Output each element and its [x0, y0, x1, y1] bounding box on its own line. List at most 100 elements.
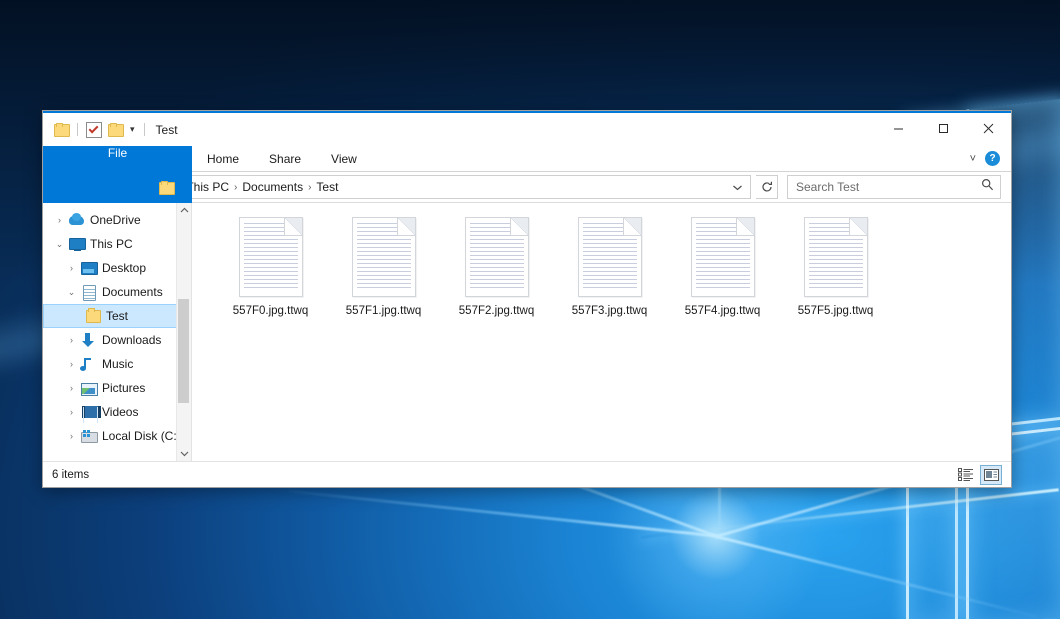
folder-icon[interactable] [54, 123, 69, 136]
help-icon[interactable]: ? [985, 151, 1000, 166]
maximize-button[interactable] [921, 113, 966, 144]
sidebar-item-videos[interactable]: › Videos [43, 400, 191, 424]
sidebar-item-label: OneDrive [90, 213, 141, 227]
ribbon-right-controls: ˅ ? [970, 146, 1011, 171]
generic-document-icon [465, 217, 529, 297]
breadcrumb-documents[interactable]: Documents [238, 180, 307, 194]
properties-icon[interactable] [86, 122, 102, 138]
sidebar-item-documents[interactable]: ⌄ Documents [43, 280, 191, 304]
sidebar-item-label: Music [102, 357, 133, 371]
sidebar-item-label: Documents [102, 285, 163, 299]
folder-icon [159, 181, 174, 194]
disk-icon [80, 428, 97, 444]
new-folder-icon[interactable] [108, 123, 123, 136]
videos-icon [80, 404, 97, 420]
sidebar-item-test[interactable]: Test [43, 304, 191, 328]
list-item[interactable]: 557F3.jpg.ttwq [553, 217, 666, 335]
expander-icon[interactable]: › [63, 264, 80, 273]
minimize-button[interactable] [876, 113, 921, 144]
sidebar-item-label: Downloads [102, 333, 161, 347]
breadcrumb-right-controls [729, 178, 746, 197]
expander-icon[interactable]: › [63, 360, 80, 369]
list-item[interactable]: 557F5.jpg.ttwq [779, 217, 892, 335]
downloads-icon [80, 332, 97, 348]
sidebar-item-pictures[interactable]: › Pictures [43, 376, 191, 400]
list-item[interactable]: 557F4.jpg.ttwq [666, 217, 779, 335]
sidebar-item-music[interactable]: › Music [43, 352, 191, 376]
view-mode-buttons [956, 465, 1002, 485]
file-name: 557F3.jpg.ttwq [572, 305, 647, 317]
sidebar-item-this-pc[interactable]: ⌄ This PC [43, 232, 191, 256]
ribbon-tabs: File Home Share View ˅ ? [43, 146, 1011, 172]
file-name: 557F5.jpg.ttwq [798, 305, 873, 317]
refresh-button[interactable] [756, 175, 778, 199]
generic-document-icon [578, 217, 642, 297]
file-explorer-window: ▾ Test File Home Share View ˅ ? [42, 110, 1012, 488]
sidebar-item-label: Local Disk (C:) [102, 429, 181, 443]
expander-icon[interactable]: › [63, 336, 80, 345]
pictures-icon [80, 380, 97, 396]
toolbar-separator-2 [144, 123, 145, 136]
chevron-down-icon[interactable]: ▾ [129, 125, 136, 134]
title-bar[interactable]: ▾ Test [43, 113, 1011, 146]
chevron-up-icon[interactable] [177, 203, 191, 218]
status-bar: 6 items [43, 461, 1011, 487]
sidebar-item-desktop[interactable]: › Desktop [43, 256, 191, 280]
file-name: 557F4.jpg.ttwq [685, 305, 760, 317]
sidebar-item-onedrive[interactable]: › OneDrive [43, 208, 191, 232]
chevron-down-icon[interactable] [177, 446, 191, 461]
sidebar-item-label: Pictures [102, 381, 145, 395]
sidebar-item-downloads[interactable]: › Downloads [43, 328, 191, 352]
desktop-icon [80, 260, 97, 276]
close-button[interactable] [966, 113, 1011, 144]
expander-icon[interactable]: › [63, 384, 80, 393]
documents-icon [80, 284, 97, 300]
folder-icon [84, 308, 101, 324]
expander-icon[interactable]: ⌄ [63, 288, 80, 297]
scrollbar-thumb[interactable] [178, 299, 189, 403]
search-box[interactable] [787, 175, 1001, 199]
navigation-scrollbar[interactable] [176, 203, 191, 461]
toolbar-separator [77, 123, 78, 136]
navigation-pane: › OneDrive ⌄ This PC › Desktop ⌄ [43, 203, 192, 461]
sidebar-item-local-disk[interactable]: › Local Disk (C:) [43, 424, 191, 448]
address-dropdown-button[interactable] [729, 178, 746, 197]
file-list-area[interactable]: 557F0.jpg.ttwq 557F1.jpg.ttwq 557F2.jpg.… [192, 203, 1011, 461]
tab-home[interactable]: Home [192, 146, 254, 171]
expander-icon[interactable]: ⌄ [51, 240, 68, 249]
generic-document-icon [352, 217, 416, 297]
large-icons-view-icon[interactable] [980, 465, 1002, 485]
chevron-down-icon[interactable]: ˅ [970, 153, 976, 165]
generic-document-icon [804, 217, 868, 297]
cloud-icon [68, 212, 85, 228]
breadcrumb-test[interactable]: Test [312, 180, 342, 194]
list-item[interactable]: 557F0.jpg.ttwq [214, 217, 327, 335]
file-grid: 557F0.jpg.ttwq 557F1.jpg.ttwq 557F2.jpg.… [192, 203, 1011, 335]
music-icon [80, 356, 97, 372]
tab-view[interactable]: View [316, 146, 372, 171]
file-name: 557F0.jpg.ttwq [233, 305, 308, 317]
file-name: 557F2.jpg.ttwq [459, 305, 534, 317]
list-item[interactable]: 557F2.jpg.ttwq [440, 217, 553, 335]
breadcrumb[interactable]: › This PC › Documents › Test [152, 175, 751, 199]
tab-share[interactable]: Share [254, 146, 316, 171]
search-input[interactable] [794, 179, 981, 195]
sidebar-item-label: This PC [90, 237, 133, 251]
expander-icon[interactable]: › [51, 216, 68, 225]
window-title: Test [156, 123, 178, 137]
sidebar-item-label: Desktop [102, 261, 146, 275]
item-count-label: 6 items [52, 469, 89, 481]
file-name: 557F1.jpg.ttwq [346, 305, 421, 317]
generic-document-icon [239, 217, 303, 297]
window-controls [876, 113, 1011, 146]
expander-icon[interactable]: › [63, 432, 80, 441]
search-icon[interactable] [981, 178, 994, 196]
list-item[interactable]: 557F1.jpg.ttwq [327, 217, 440, 335]
expander-icon[interactable]: › [63, 408, 80, 417]
generic-document-icon [691, 217, 755, 297]
computer-icon [68, 236, 85, 252]
navigation-tree: › OneDrive ⌄ This PC › Desktop ⌄ [43, 203, 191, 448]
quick-access-toolbar[interactable]: ▾ [43, 122, 147, 138]
details-view-icon[interactable] [956, 466, 976, 484]
sidebar-item-label: Test [106, 309, 128, 323]
